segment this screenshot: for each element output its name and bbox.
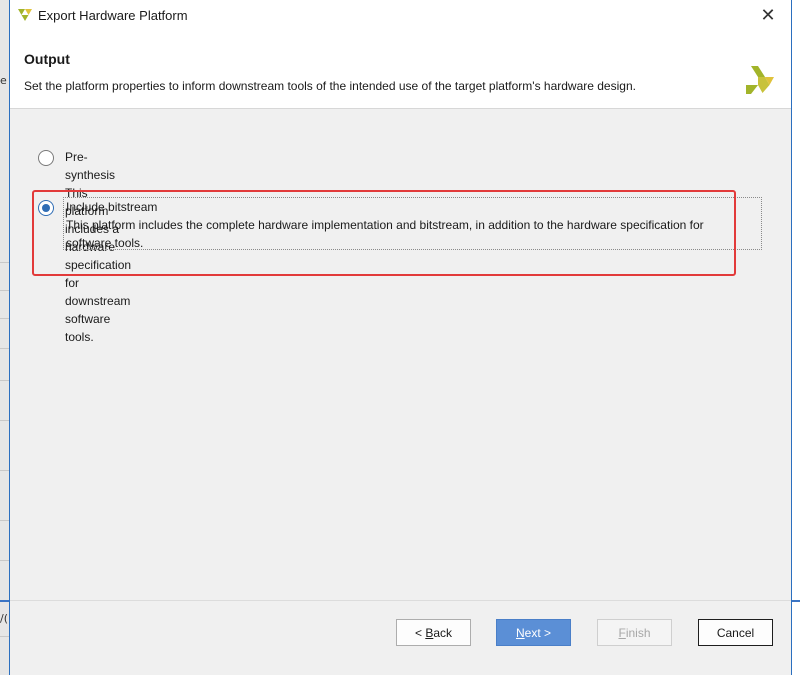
back-button-prefix: < xyxy=(414,625,426,640)
next-button[interactable]: Next > xyxy=(496,619,571,646)
next-button-label: ext > xyxy=(524,625,552,640)
background-divider xyxy=(0,290,9,291)
next-button-mnemonic: N xyxy=(515,625,525,640)
page-title: Output xyxy=(24,51,70,67)
export-hardware-platform-dialog: Export Hardware Platform ✕ Output Set th… xyxy=(9,0,792,675)
background-text-fragment: /( xyxy=(0,612,8,625)
pre-synthesis-radio[interactable] xyxy=(38,150,54,166)
background-divider xyxy=(0,380,9,381)
close-button[interactable]: ✕ xyxy=(745,0,791,31)
cancel-button-label: Cancel xyxy=(716,625,755,640)
option-label: Pre-synthesis xyxy=(65,150,116,182)
background-divider xyxy=(0,262,9,263)
background-divider xyxy=(0,348,9,349)
wizard-header: Output Set the platform properties to in… xyxy=(10,31,791,109)
background-divider xyxy=(0,470,9,471)
annotation-highlight-box xyxy=(32,190,736,276)
back-button[interactable]: < Back xyxy=(396,619,471,646)
background-text-fragment: e xyxy=(0,74,7,87)
finish-button[interactable]: Finish xyxy=(597,619,672,646)
finish-button-mnemonic: F xyxy=(618,625,626,640)
background-divider xyxy=(0,560,9,561)
background-accent-line xyxy=(0,600,9,602)
finish-button-label: inish xyxy=(625,625,651,640)
background-divider xyxy=(0,636,9,637)
background-divider xyxy=(0,318,9,319)
background-app-strip: e /( xyxy=(0,0,9,675)
background-accent-line xyxy=(792,600,800,602)
vivado-logo-icon xyxy=(18,9,32,21)
close-icon: ✕ xyxy=(760,5,776,26)
background-divider xyxy=(0,420,9,421)
cancel-button[interactable]: Cancel xyxy=(698,619,773,646)
page-description: Set the platform properties to inform do… xyxy=(24,79,636,93)
back-button-mnemonic: B xyxy=(425,625,434,640)
window-title: Export Hardware Platform xyxy=(38,8,188,23)
back-button-label: ack xyxy=(433,625,453,640)
background-divider xyxy=(0,520,9,521)
footer-divider xyxy=(10,600,791,601)
title-bar: Export Hardware Platform ✕ xyxy=(10,0,791,31)
vivado-logo-icon xyxy=(746,66,774,94)
